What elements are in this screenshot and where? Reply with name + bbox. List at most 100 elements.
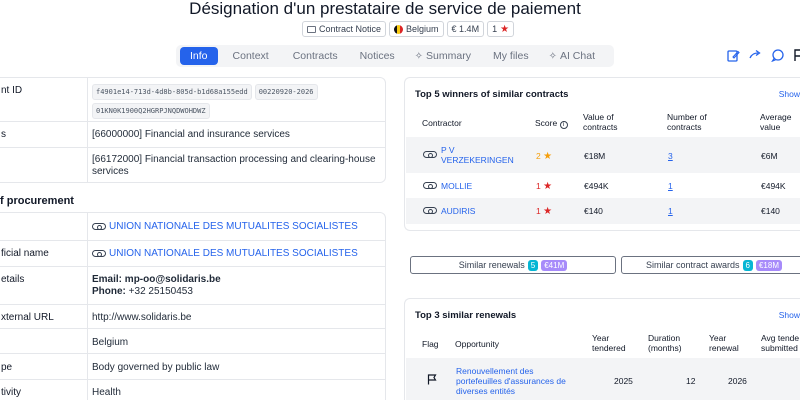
renewals-value-pill: €41M [541,259,568,271]
info-icon[interactable]: i [559,121,568,129]
id-chip: 01KN0K1900Q2HGRPJNQDWOHDWZ [92,103,210,119]
row-label: nt ID [1,85,23,96]
header-value: Value of contracts [583,112,618,132]
contractor-link[interactable]: AUDIRIS [441,206,475,216]
tab-info[interactable]: Info [180,47,218,65]
number-link[interactable]: 1 [668,181,673,191]
header-duration: Duration (months) [648,333,682,353]
organization-icon [92,223,106,230]
activity-value: Health [92,387,121,398]
similar-renewals-button[interactable]: Similar renewals 5 €41M [410,256,616,274]
header-average: Average value [760,112,792,132]
organization-icon [423,151,437,158]
row-label: pe [1,362,13,373]
id-chip: 00220920-2026 [254,84,318,100]
detail-row-contact: etails Email: mp-oo@solidaris.be Phone: … [0,267,385,305]
phone-label: Phone: [92,286,126,297]
notice-id-values: f4901e14-713d-4d8b-805d-b1d68a155edd 0022… [92,84,382,119]
tab-ai-chat[interactable]: ✧ AI Chat [540,47,604,65]
detail-row-country: Belgium [0,329,385,354]
year-renewal-cell: 2026 [728,376,747,386]
external-url-link[interactable]: http://www.solidaris.be [92,312,192,324]
notice-type-label: Contract Notice [319,24,382,34]
share-arrow-icon[interactable] [748,48,762,62]
detail-row-cpv-main: s [66000000] Financial and insurance ser… [0,122,385,148]
page-title: Désignation d'un prestataire de service … [189,0,581,18]
tab-bar: Info Context Contracts Notices ✧ Summary … [176,45,614,67]
header-badges: Contract Notice Belgium € 1.4M 1 ★ [302,21,515,37]
notice-type-badge: Contract Notice [302,21,387,37]
detail-row-cpv-secondary: [66172000] Financial transaction process… [0,148,385,182]
type-value: Body governed by public law [92,362,220,373]
score-cell: 2 ★ [536,151,553,162]
value-cell: €18M [584,151,606,161]
country-badge: Belgium [389,21,444,37]
year-tendered-cell: 2025 [614,376,633,386]
similar-renewals-card: Top 3 similar renewals Show Flag Opportu… [404,298,800,400]
sparkle-icon: ✧ [548,50,557,62]
renewals-count-pill: 5 [527,259,539,271]
score-cell: 1 ★ [536,206,553,217]
email-value[interactable]: mp-oo@solidaris.be [125,274,221,285]
value-cell: €494K [584,181,609,191]
tab-summary[interactable]: ✧ Summary [406,47,480,65]
folder-icon [307,25,316,33]
table-row[interactable]: Renouvellement des portefeuilles d'assur… [406,358,800,400]
score-cell: 1 ★ [536,181,553,192]
star-icon: ★ [543,151,553,162]
row-label: tivity [1,387,21,398]
star-icon: ★ [543,181,553,192]
renewals-title: Top 3 similar renewals [415,310,517,321]
star-icon: ★ [543,206,553,217]
chat-bubble-icon[interactable] [770,48,784,62]
sparkle-icon: ✧ [414,50,424,62]
table-row[interactable]: AUDIRIS 1 ★ €140 1 €140 [406,198,800,224]
opportunity-link[interactable]: Renouvellement des portefeuilles d'assur… [456,366,578,396]
procurement-details-card: UNION NATIONALE DES MUTUALITES SOCIALIST… [0,212,386,400]
number-link[interactable]: 3 [668,151,673,161]
buyer-value[interactable]: UNION NATIONALE DES MUTUALITES SOCIALIST… [92,221,358,233]
notice-details-card: nt ID f4901e14-713d-4d8b-805d-b1d68a155e… [0,77,386,183]
header-avg-tenders: Avg tende submitted [761,333,800,353]
star-icon: ★ [500,23,510,35]
cpv-main-link[interactable]: [66000000] Financial and insurance servi… [92,129,290,141]
duration-cell: 12 [686,376,696,386]
detail-row-activity: tivity Health [0,380,385,400]
similar-awards-button[interactable]: Similar contract awards 6 €18M [621,256,800,274]
score-label: 1 [492,24,498,34]
organization-icon [92,250,106,257]
organization-icon [423,182,437,189]
average-cell: €140 [761,206,780,216]
row-label: xternal URL [1,312,54,323]
flag-icon[interactable] [427,374,437,385]
detail-row-type: pe Body governed by public law [0,354,385,380]
winners-show-link[interactable]: Show [779,89,800,99]
row-label: etails [1,274,25,285]
tab-contracts[interactable]: Contracts [284,47,347,65]
tab-context[interactable]: Context [224,47,278,65]
tab-notices[interactable]: Notices [351,47,404,65]
number-link[interactable]: 1 [668,206,673,216]
toolbar-icons [726,48,800,62]
detail-row-url: xternal URL http://www.solidaris.be [0,305,385,329]
cpv-secondary-link[interactable]: [66172000] Financial transaction process… [92,154,382,178]
edit-note-icon[interactable] [726,48,740,62]
tab-my-files[interactable]: My files [484,47,538,65]
renewals-show-link[interactable]: Show [779,310,800,320]
flag-icon[interactable] [792,48,800,62]
contractor-link[interactable]: MOLLIE [441,181,472,191]
official-name-value[interactable]: UNION NATIONALE DES MUTUALITES SOCIALIST… [92,248,358,260]
table-row[interactable]: MOLLIE 1 ★ €494K 1 €494K [406,173,800,198]
contractor-link[interactable]: P V VERZEKERINGEN [441,145,521,165]
email-label: Email: [92,274,123,285]
procurement-heading: f procurement [0,195,74,207]
belgium-flag-icon [394,24,404,34]
winners-title: Top 5 winners of similar contracts [415,89,569,100]
awards-count-pill: 6 [742,259,753,271]
score-badge: 1 ★ [487,21,515,37]
country-value: Belgium [92,337,129,348]
detail-row-notice-id: nt ID f4901e14-713d-4d8b-805d-b1d68a155e… [0,78,385,122]
header-opportunity: Opportunity [455,339,499,349]
country-label: Belgium [406,24,439,34]
table-row[interactable]: P V VERZEKERINGEN 2 ★ €18M 3 €6M [406,137,800,173]
